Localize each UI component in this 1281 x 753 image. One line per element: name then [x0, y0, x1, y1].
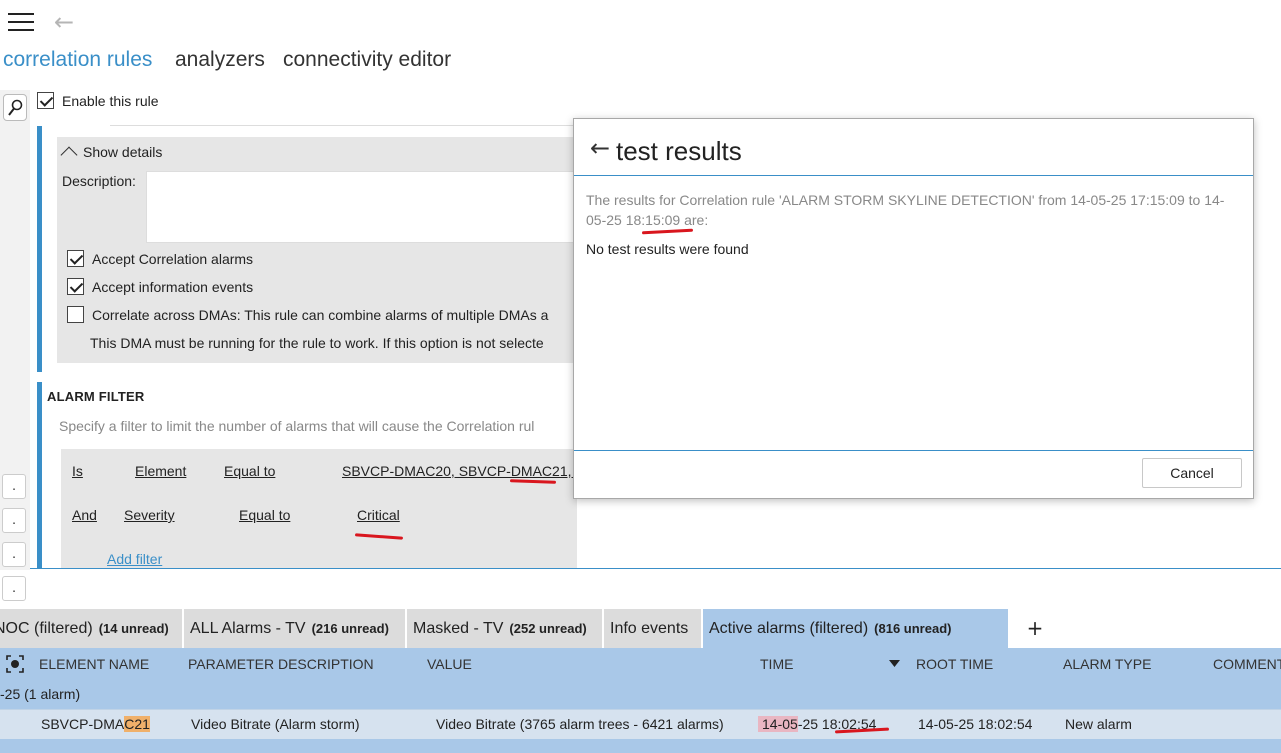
alarm-tab-info[interactable]: Info events	[604, 609, 702, 648]
section-accent-bar	[37, 126, 42, 372]
side-button-1[interactable]: .	[2, 474, 26, 499]
side-button-4[interactable]: .	[2, 576, 26, 601]
cell-alarm-type: New alarm	[1065, 716, 1132, 732]
tab-unread-count: (816 unread)	[874, 621, 952, 636]
group-label: -25 (1 alarm)	[0, 686, 81, 702]
add-filter-link[interactable]: Add filter	[107, 551, 162, 567]
target-icon[interactable]	[5, 654, 25, 674]
accept-correlation-row[interactable]: Accept Correlation alarms	[67, 250, 253, 267]
no-results-text: No test results were found	[586, 241, 749, 257]
alarm-filter-hint: Specify a filter to limit the number of …	[59, 418, 535, 434]
filter-op[interactable]: Is	[72, 463, 83, 479]
back-arrow-icon[interactable]: ←	[590, 136, 610, 160]
filter-comparator[interactable]: Equal to	[224, 463, 275, 479]
enable-rule-checkbox[interactable]	[37, 92, 54, 109]
tab-unread-count: (252 unread)	[509, 621, 587, 636]
dma-note: This DMA must be running for the rule to…	[90, 335, 544, 351]
element-name-highlight: C21	[124, 716, 150, 732]
cell-parameter: Video Bitrate (Alarm storm)	[191, 716, 360, 732]
section-accent-bar	[37, 382, 42, 568]
alarm-column-header: ELEMENT NAME PARAMETER DESCRIPTION VALUE…	[0, 648, 1281, 681]
cell-root-time: 14-05-25 18:02:54	[918, 716, 1033, 732]
tab-label: Masked - TV	[413, 619, 504, 637]
back-arrow-icon[interactable]: ←	[54, 8, 74, 36]
search-icon[interactable]	[3, 94, 27, 121]
cancel-button[interactable]: Cancel	[1142, 458, 1242, 488]
column-value[interactable]: VALUE	[427, 656, 472, 672]
correlate-across-checkbox[interactable]	[67, 306, 84, 323]
correlate-across-label: Correlate across DMAs: This rule can com…	[92, 306, 549, 323]
correlate-across-row[interactable]: Correlate across DMAs: This rule can com…	[67, 306, 548, 323]
tab-analyzers[interactable]: analyzers	[175, 48, 265, 72]
column-element-name[interactable]: ELEMENT NAME	[39, 656, 149, 672]
test-results-dialog: ← test results The results for Correlati…	[573, 118, 1254, 499]
alarm-group-row[interactable]: -25 (1 alarm)	[0, 681, 1281, 709]
dialog-footer-divider	[574, 450, 1253, 451]
accept-information-checkbox[interactable]	[67, 278, 84, 295]
filter-value[interactable]: SBVCP-DMAC20, SBVCP-DMAC21, S	[342, 463, 585, 479]
column-comment[interactable]: COMMENT	[1213, 656, 1281, 672]
alarm-tab-noc[interactable]: NOC (filtered) (14 unread)	[0, 609, 183, 648]
dialog-title: test results	[616, 136, 742, 166]
column-time[interactable]: TIME	[760, 656, 793, 672]
enable-rule-row[interactable]: Enable this rule	[37, 92, 159, 109]
show-details-label: Show details	[83, 144, 163, 160]
accept-correlation-label: Accept Correlation alarms	[92, 250, 254, 267]
tab-label: NOC (filtered)	[0, 619, 93, 637]
filter-op[interactable]: And	[72, 507, 97, 523]
filter-comparator[interactable]: Equal to	[239, 507, 290, 523]
table-filler	[0, 739, 1281, 753]
alarm-filter-title: ALARM FILTER	[47, 389, 145, 404]
tab-unread-count: (216 unread)	[311, 621, 389, 636]
sort-descending-icon[interactable]	[889, 660, 900, 668]
filter-field[interactable]: Severity	[124, 507, 175, 523]
cell-value: Video Bitrate (3765 alarm trees - 6421 a…	[436, 716, 724, 732]
divider	[110, 125, 580, 126]
tab-connectivity-editor[interactable]: connectivity editor	[283, 48, 451, 72]
filter-value[interactable]: Critical	[357, 507, 400, 523]
tab-unread-count: (14 unread)	[98, 621, 169, 636]
dialog-message: The results for Correlation rule 'ALARM …	[586, 192, 1225, 228]
accept-information-row[interactable]: Accept information events	[67, 278, 253, 295]
tab-label: Active alarms (filtered)	[709, 619, 869, 637]
description-input[interactable]	[146, 171, 577, 243]
details-panel: Show details Description: Accept Correla…	[57, 137, 577, 363]
tab-correlation-rules[interactable]: correlation rules	[3, 48, 152, 72]
filter-grid: Is Element Equal to SBVCP-DMAC20, SBVCP-…	[61, 449, 585, 568]
column-root-time[interactable]: ROOT TIME	[916, 656, 993, 672]
column-alarm-type[interactable]: ALARM TYPE	[1063, 656, 1151, 672]
filter-field[interactable]: Element	[135, 463, 186, 479]
tab-label: Info events	[610, 619, 689, 637]
cell-element-name: SBVCP-DMAC21	[41, 716, 150, 732]
side-button-2[interactable]: .	[2, 508, 26, 533]
alarm-tab-masked[interactable]: Masked - TV (252 unread)	[407, 609, 603, 648]
dialog-header: ← test results	[574, 119, 1253, 176]
divider	[30, 568, 1281, 569]
column-parameter-description[interactable]: PARAMETER DESCRIPTION	[188, 656, 374, 672]
hamburger-menu-icon[interactable]	[8, 13, 34, 31]
side-button-3[interactable]: .	[2, 542, 26, 567]
table-row[interactable]: SBVCP-DMAC21 Video Bitrate (Alarm storm)…	[0, 709, 1281, 739]
top-bar: ←	[0, 0, 1281, 44]
accept-information-label: Accept information events	[92, 278, 254, 295]
tab-label: ALL Alarms - TV	[190, 619, 306, 637]
show-details-toggle[interactable]: Show details	[60, 143, 163, 164]
time-date-highlight: 14-05	[758, 716, 798, 732]
description-label: Description:	[62, 173, 136, 189]
accept-correlation-checkbox[interactable]	[67, 250, 84, 267]
chevron-up-icon	[60, 146, 78, 164]
alarm-tab-active[interactable]: Active alarms (filtered) (816 unread)	[703, 609, 1009, 648]
enable-rule-label: Enable this rule	[62, 92, 159, 109]
element-name-prefix: SBVCP-DMA	[41, 716, 125, 732]
alarm-tab-all[interactable]: ALL Alarms - TV (216 unread)	[184, 609, 406, 648]
add-tab-button[interactable]: +	[1018, 609, 1052, 648]
alarm-tab-bar: NOC (filtered) (14 unread) ALL Alarms - T…	[0, 609, 1281, 648]
